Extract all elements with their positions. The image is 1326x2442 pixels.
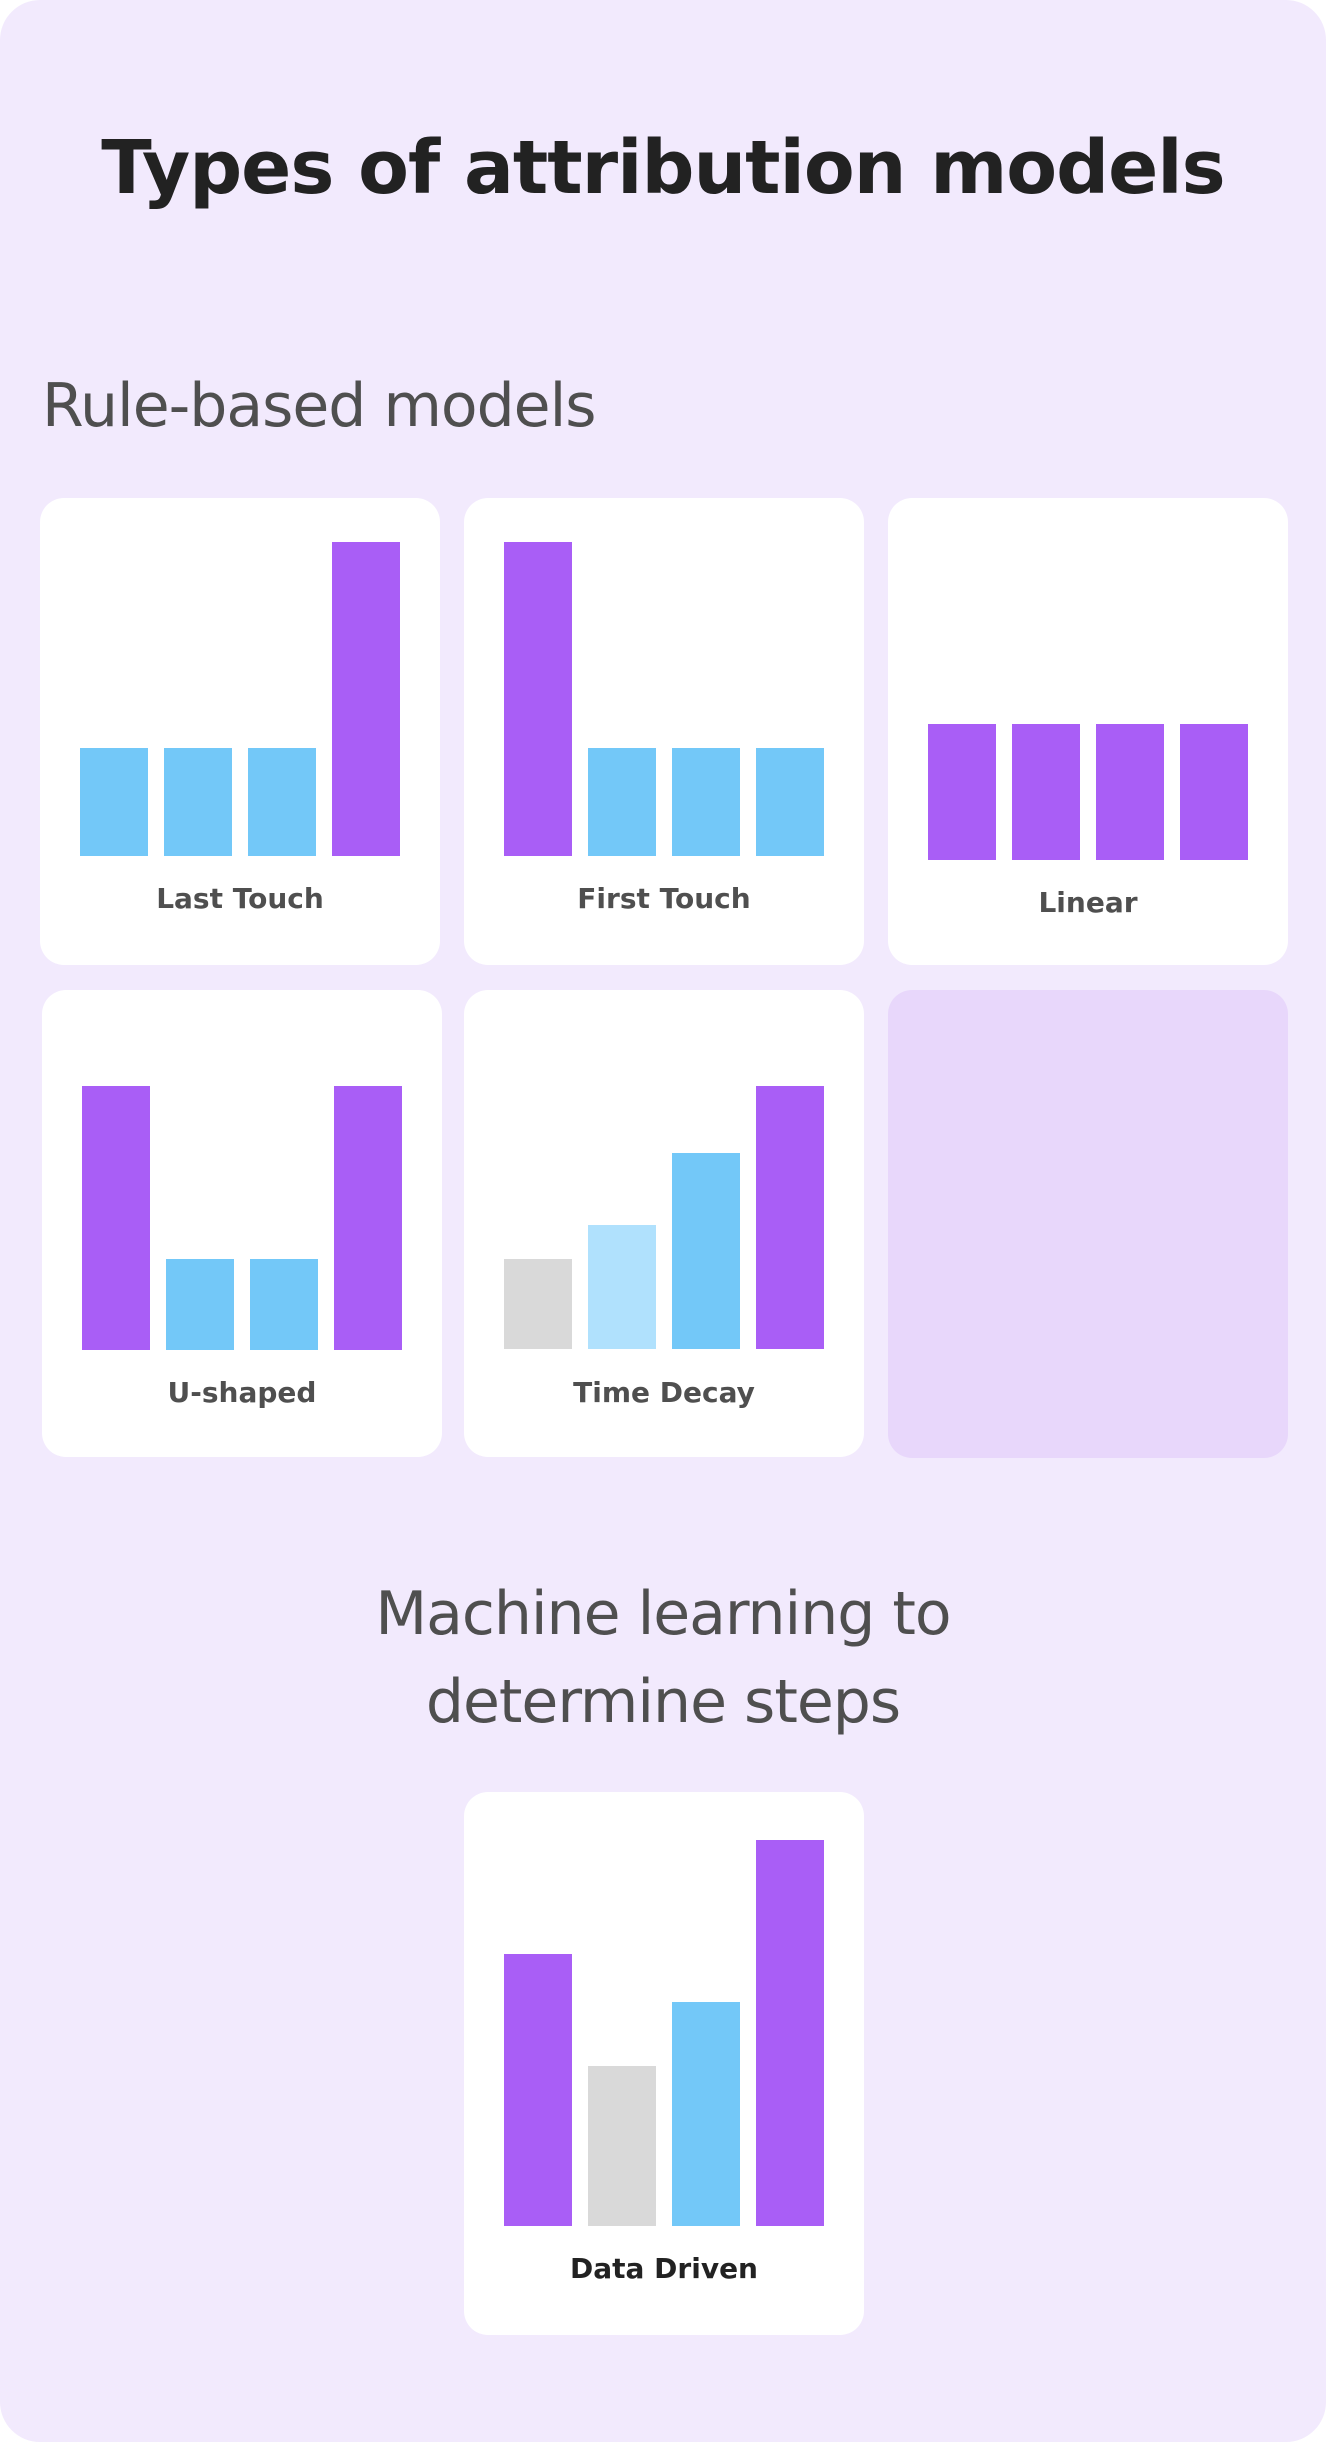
bar-1 — [82, 1086, 150, 1350]
bar-1 — [504, 1954, 572, 2226]
card-linear: Linear — [888, 498, 1288, 965]
model-label: Linear — [1038, 886, 1138, 919]
bar-2 — [164, 748, 232, 856]
model-label: Time Decay — [573, 1376, 755, 1409]
bar-1 — [504, 542, 572, 856]
bar-3 — [250, 1259, 318, 1350]
machine-learning-heading: Machine learning to determine steps — [375, 1579, 951, 1737]
bar-1 — [80, 748, 148, 856]
bar-4 — [756, 1840, 824, 2226]
model-label: Last Touch — [156, 882, 324, 915]
bar-1 — [504, 1259, 572, 1349]
placeholder-card — [888, 990, 1288, 1458]
page-title: Types of attribution models — [101, 125, 1225, 211]
bar-4 — [1180, 724, 1248, 860]
infographic-background: Types of attribution models Rule-based m… — [0, 0, 1326, 2442]
bar-2 — [588, 2066, 656, 2226]
bar-2 — [588, 1225, 656, 1349]
card-first-touch: First Touch — [464, 498, 864, 965]
bar-4 — [332, 542, 400, 856]
card-time-decay: Time Decay — [464, 990, 864, 1457]
card-u-shaped: U-shaped — [42, 990, 442, 1457]
bar-4 — [756, 1086, 824, 1349]
bar-3 — [248, 748, 316, 856]
bar-3 — [672, 1153, 740, 1349]
bar-3 — [672, 2002, 740, 2226]
bar-2 — [588, 748, 656, 856]
bar-2 — [1012, 724, 1080, 860]
model-label: Data Driven — [570, 2252, 758, 2285]
bar-4 — [756, 748, 824, 856]
bar-1 — [928, 724, 996, 860]
model-label: First Touch — [577, 882, 751, 915]
bar-2 — [166, 1259, 234, 1350]
card-data-driven: Data Driven — [464, 1792, 864, 2335]
bar-3 — [672, 748, 740, 856]
model-label: U-shaped — [167, 1376, 317, 1409]
bar-3 — [1096, 724, 1164, 860]
rule-based-heading: Rule-based models — [42, 371, 597, 441]
card-last-touch: Last Touch — [40, 498, 440, 965]
bar-4 — [334, 1086, 402, 1350]
